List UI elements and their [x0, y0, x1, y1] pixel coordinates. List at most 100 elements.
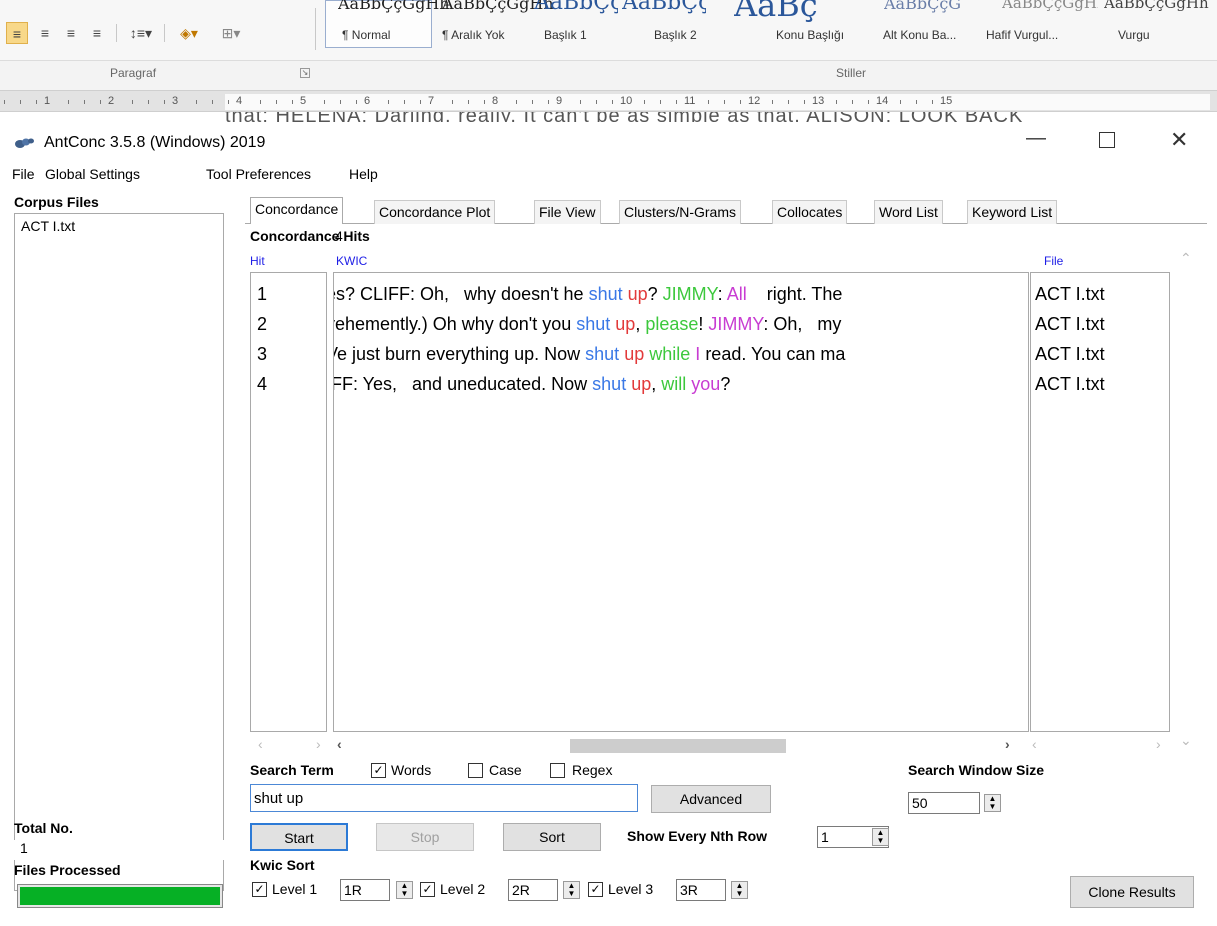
shading-icon[interactable]: ◈▾: [170, 22, 208, 44]
level2-checkbox[interactable]: ✓: [420, 882, 435, 897]
column-header-kwic[interactable]: KWIC: [336, 254, 367, 268]
vertical-scrollbar[interactable]: ⌃ ⌄: [1172, 250, 1198, 750]
kwic-segment: JIMMY: [662, 284, 718, 304]
stop-button[interactable]: Stop: [376, 823, 474, 851]
menu-global-settings[interactable]: Global Settings: [45, 166, 140, 182]
justify-icon[interactable]: ≡: [86, 22, 108, 44]
level3-checkbox[interactable]: ✓: [588, 882, 603, 897]
hit-number[interactable]: 1: [257, 279, 267, 309]
style-name-heading1[interactable]: Başlık 1: [544, 28, 587, 42]
case-checkbox[interactable]: [468, 763, 483, 778]
level1-input[interactable]: 1R: [340, 879, 390, 901]
tab-concordance[interactable]: Concordance: [250, 197, 344, 224]
regex-checkbox[interactable]: [550, 763, 565, 778]
ruler-number: 5: [300, 95, 307, 107]
kwic-line[interactable]: es? CLIFF: Oh, why doesn't he shut up? J…: [334, 279, 842, 309]
level3-spinner-icon[interactable]: ▲ ▼: [731, 881, 748, 899]
window-title: AntConc 3.5.8 (Windows) 2019: [44, 134, 266, 151]
scroll-thumb[interactable]: [570, 739, 786, 753]
align-left-icon[interactable]: ≡: [6, 22, 28, 44]
case-label: Case: [489, 762, 522, 778]
dialog-launcher-icon[interactable]: ↘: [300, 68, 310, 78]
scroll-up-icon[interactable]: ⌃: [1180, 250, 1192, 267]
scroll-right-icon[interactable]: ›: [316, 736, 321, 752]
level2-input[interactable]: 2R: [508, 879, 558, 901]
menu-tool-preferences[interactable]: Tool Preferences: [206, 166, 311, 182]
style-preview-subtitle: AaBbÇçĞ: [884, 0, 962, 13]
close-icon[interactable]: ✕: [1170, 129, 1188, 151]
window-size-spinner-icon[interactable]: ▲ ▼: [984, 794, 1001, 812]
tab-concordance-plot[interactable]: Concordance Plot: [374, 200, 496, 224]
ruler-tick: [644, 100, 645, 104]
corpus-file-list[interactable]: ACT I.txt: [14, 213, 224, 891]
ruler-tick: [356, 100, 357, 104]
scroll-down-icon[interactable]: ⌄: [1180, 732, 1192, 749]
level3-input[interactable]: 3R: [676, 879, 726, 901]
file-name[interactable]: ACT I.txt: [1035, 309, 1105, 339]
maximize-icon[interactable]: [1099, 132, 1115, 148]
scroll-left-icon[interactable]: ‹: [337, 736, 342, 752]
level2-spinner-icon[interactable]: ▲ ▼: [563, 881, 580, 899]
style-name-heading2[interactable]: Başlık 2: [654, 28, 697, 42]
kwic-line[interactable]: IFF: Yes, and uneducated. Now shut up, w…: [334, 369, 730, 399]
style-name-subtitle[interactable]: Alt Konu Ba...: [883, 28, 956, 42]
corpus-file-item[interactable]: ACT I.txt: [21, 218, 75, 234]
menu-file[interactable]: File: [12, 166, 35, 182]
level1-checkbox[interactable]: ✓: [252, 882, 267, 897]
line-spacing-icon[interactable]: ↕≡▾: [124, 22, 158, 44]
nth-row-spinner-icon[interactable]: ▲ ▼: [872, 828, 889, 846]
hit-number[interactable]: 4: [257, 369, 267, 399]
ruler-tick: [20, 100, 21, 104]
advanced-button[interactable]: Advanced: [651, 785, 771, 813]
hit-number[interactable]: 3: [257, 339, 267, 369]
hit-column[interactable]: 1234: [250, 272, 327, 732]
column-header-file[interactable]: File: [1044, 254, 1063, 268]
file-column[interactable]: ACT I.txt ACT I.txt ACT I.txt ACT I.txt: [1030, 272, 1170, 732]
file-name[interactable]: ACT I.txt: [1035, 339, 1105, 369]
ruler-number: 3: [172, 95, 179, 107]
scroll-right-icon[interactable]: ›: [1005, 736, 1010, 752]
clone-results-button[interactable]: Clone Results: [1070, 876, 1194, 908]
scroll-left-icon[interactable]: ‹: [1032, 736, 1037, 752]
style-name-no-spacing[interactable]: ¶ Aralık Yok: [442, 28, 504, 42]
file-name[interactable]: ACT I.txt: [1035, 369, 1105, 399]
scroll-left-icon[interactable]: ‹: [258, 736, 263, 752]
kwic-segment: ?: [647, 284, 663, 304]
kwic-segment: you: [691, 374, 721, 394]
style-name-title[interactable]: Konu Başlığı: [776, 28, 844, 42]
file-name[interactable]: ACT I.txt: [1035, 279, 1105, 309]
borders-icon[interactable]: ⊞▾: [212, 22, 250, 44]
tab-word-list[interactable]: Word List: [874, 200, 943, 224]
kwic-line[interactable]: Ve just burn everything up. Now shut up …: [334, 339, 845, 369]
hit-horizontal-scrollbar[interactable]: ‹ ›: [250, 735, 327, 755]
style-name-normal[interactable]: ¶ Normal: [342, 28, 390, 42]
search-window-size-input[interactable]: 50: [908, 792, 980, 814]
kwic-column[interactable]: es? CLIFF: Oh, why doesn't he shut up? J…: [333, 272, 1029, 732]
hit-number[interactable]: 2: [257, 309, 267, 339]
ruler-tick: [868, 100, 869, 104]
start-button[interactable]: Start: [250, 823, 348, 851]
ruler-tick: [164, 100, 165, 104]
kwic-line[interactable]: vehemently.) Oh why don't you shut up, p…: [334, 309, 841, 339]
tab-clusters-ngrams[interactable]: Clusters/N-Grams: [619, 200, 742, 224]
menu-help[interactable]: Help: [349, 166, 378, 182]
sort-button[interactable]: Sort: [503, 823, 601, 851]
ruler-tick: [852, 100, 853, 104]
minimize-icon[interactable]: —: [1026, 128, 1046, 148]
search-term-input[interactable]: [250, 784, 638, 812]
style-name-emphasis[interactable]: Vurgu: [1118, 28, 1150, 42]
kwic-horizontal-scrollbar[interactable]: ‹ ›: [333, 735, 1029, 755]
tab-keyword-list[interactable]: Keyword List: [967, 200, 1058, 224]
tab-file-view[interactable]: File View: [534, 200, 601, 224]
style-name-subtle-emphasis[interactable]: Hafif Vurgul...: [986, 28, 1058, 42]
column-header-hit[interactable]: Hit: [250, 254, 265, 268]
words-checkbox[interactable]: ✓: [371, 763, 386, 778]
level1-spinner-icon[interactable]: ▲ ▼: [396, 881, 413, 899]
file-horizontal-scrollbar[interactable]: ‹ ›: [1030, 735, 1170, 755]
align-center-icon[interactable]: ≡: [34, 22, 56, 44]
scroll-right-icon[interactable]: ›: [1156, 736, 1161, 752]
align-right-icon[interactable]: ≡: [60, 22, 82, 44]
tab-collocates[interactable]: Collocates: [772, 200, 848, 224]
kwic-segment: please: [645, 314, 699, 334]
ruler-tick: [68, 100, 69, 104]
